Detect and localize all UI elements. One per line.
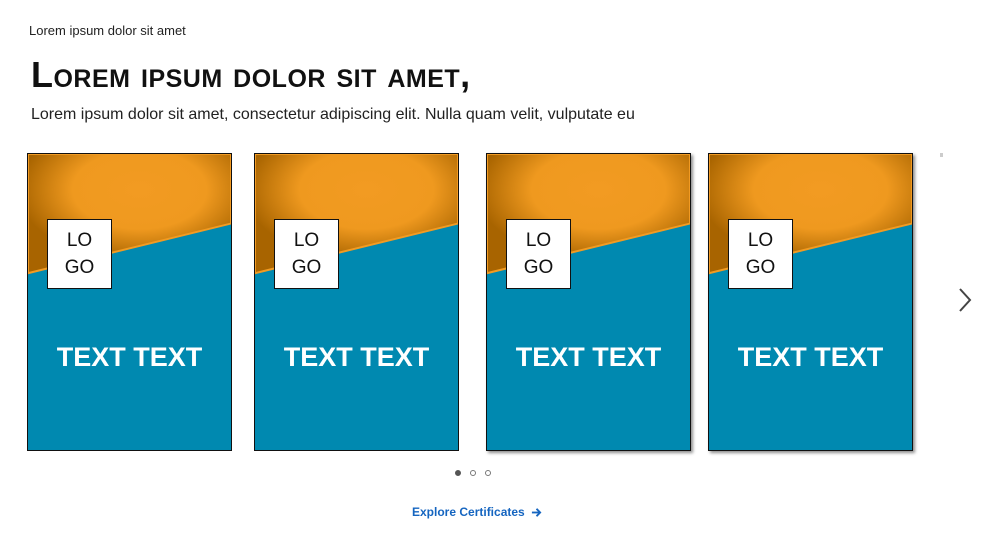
card-logo: LOGO	[47, 219, 112, 289]
card-title: TEXT TEXT	[56, 342, 203, 372]
card-background	[487, 154, 690, 450]
card-background	[709, 154, 912, 450]
next-card-edge	[940, 153, 943, 157]
carousel-next-button[interactable]	[955, 285, 975, 315]
carousel-dot[interactable]	[455, 470, 461, 476]
card-title: TEXT TEXT	[737, 342, 884, 372]
arrow-right-icon	[531, 507, 542, 517]
certificate-card[interactable]: LOGO TEXT TEXT	[254, 153, 459, 451]
carousel-dot[interactable]	[470, 470, 476, 476]
carousel-pagination	[455, 470, 491, 476]
explore-certificates-link[interactable]: Explore Certificates	[412, 505, 542, 519]
certificate-card[interactable]: LOGO TEXT TEXT	[486, 153, 691, 451]
page-subtitle: Lorem ipsum dolor sit amet, consectetur …	[31, 106, 635, 123]
card-logo: LOGO	[728, 219, 793, 289]
card-logo: LOGO	[506, 219, 571, 289]
card-title: TEXT TEXT	[283, 342, 430, 372]
explore-certificates-label: Explore Certificates	[412, 505, 525, 519]
eyebrow-text: Lorem ipsum dolor sit amet	[29, 23, 186, 38]
card-logo: LOGO	[274, 219, 339, 289]
certificate-card[interactable]: LOGO TEXT TEXT	[27, 153, 232, 451]
card-background	[255, 154, 458, 450]
page-title: Lorem ipsum dolor sit amet,	[31, 54, 471, 95]
certificate-card[interactable]: LOGO TEXT TEXT	[708, 153, 913, 451]
card-background	[28, 154, 231, 450]
carousel-dot[interactable]	[485, 470, 491, 476]
chevron-right-icon	[959, 288, 972, 312]
card-title: TEXT TEXT	[515, 342, 662, 372]
